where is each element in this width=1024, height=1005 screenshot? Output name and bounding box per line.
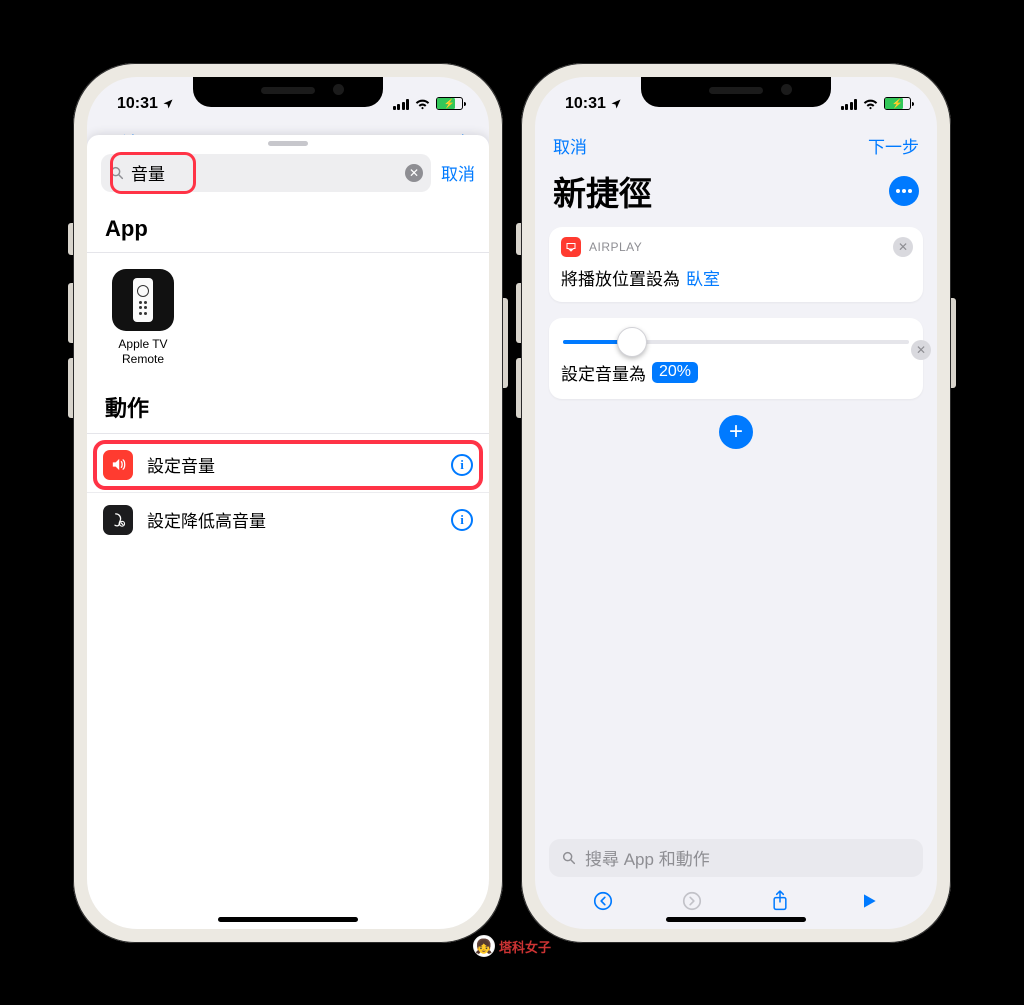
info-icon[interactable]: i [451, 454, 473, 476]
appletv-remote-icon [112, 269, 174, 331]
search-cancel-button[interactable]: 取消 [441, 160, 475, 185]
redo-button [679, 888, 705, 914]
page-title: 新捷徑 [553, 167, 652, 215]
run-button[interactable] [856, 888, 882, 914]
share-icon [770, 889, 790, 913]
volume-icon [103, 450, 133, 480]
redo-icon [681, 890, 703, 912]
clear-search-icon[interactable]: ✕ [405, 164, 423, 182]
phone-right: 10:31 ⚡ 取消 下一步 新捷徑 [521, 63, 951, 943]
sheet-grabber[interactable] [268, 141, 308, 146]
volume-value-pill[interactable]: 20% [652, 362, 698, 383]
action-reduce-loud[interactable]: 設定降低高音量 i [87, 492, 489, 547]
search-icon [561, 850, 577, 866]
close-icon[interactable]: ✕ [893, 237, 913, 257]
ellipsis-icon [895, 188, 913, 194]
next-button[interactable]: 下一步 [868, 133, 919, 158]
action-set-volume[interactable]: 設定音量 i [87, 438, 489, 492]
notch [641, 77, 831, 107]
action-title: 設定降低高音量 [147, 507, 437, 532]
action-title: 設定音量 [147, 452, 437, 477]
phone-left: 10:31 ⚡ 取消 下一步 [73, 63, 503, 943]
add-action-button[interactable]: + [719, 415, 753, 449]
ear-icon [103, 505, 133, 535]
share-button[interactable] [767, 888, 793, 914]
card-text: 設定音量為 [561, 360, 646, 385]
card-label: AIRPLAY [589, 240, 642, 254]
status-time: 10:31 [565, 95, 606, 113]
undo-button[interactable] [590, 888, 616, 914]
signal-icon [841, 98, 858, 110]
watermark: 👧 塔科女子 [473, 935, 551, 957]
watermark-text: 塔科女子 [499, 937, 551, 956]
close-icon[interactable]: ✕ [911, 340, 931, 360]
signal-icon [393, 98, 410, 110]
search-icon [109, 165, 125, 181]
battery-icon: ⚡ [884, 97, 911, 110]
cancel-button[interactable]: 取消 [553, 133, 587, 158]
card-text: 將播放位置設為 [561, 265, 680, 290]
info-icon[interactable]: i [451, 509, 473, 531]
battery-icon: ⚡ [436, 97, 463, 110]
undo-icon [592, 890, 614, 912]
play-icon [859, 890, 879, 912]
home-indicator[interactable] [218, 917, 358, 922]
action-card-volume[interactable]: ✕ 設定音量為 20% [549, 318, 923, 399]
notch [193, 77, 383, 107]
app-item-appletv-remote[interactable]: Apple TV Remote [105, 269, 181, 367]
location-icon [162, 98, 174, 110]
location-icon [610, 98, 622, 110]
action-search-field[interactable]: 搜尋 App 和動作 [549, 839, 923, 877]
search-placeholder: 搜尋 App 和動作 [585, 845, 710, 870]
airplay-icon [561, 237, 581, 257]
wifi-icon [414, 97, 431, 110]
search-sheet: ✕ 取消 App Apple TV Remote 動作 [87, 135, 489, 929]
home-indicator[interactable] [666, 917, 806, 922]
action-card-airplay[interactable]: ✕ AIRPLAY 將播放位置設為 臥室 [549, 227, 923, 302]
slider-thumb[interactable] [617, 327, 647, 357]
section-actions-header: 動作 [87, 377, 489, 433]
section-app-header: App [87, 202, 489, 252]
search-input[interactable] [131, 163, 399, 183]
wifi-icon [862, 97, 879, 110]
search-field-wrap[interactable]: ✕ [101, 154, 431, 192]
status-time: 10:31 [117, 95, 158, 113]
more-button[interactable] [889, 176, 919, 206]
volume-slider[interactable] [563, 340, 909, 344]
card-param[interactable]: 臥室 [686, 265, 720, 290]
app-label: Apple TV Remote [118, 337, 167, 367]
